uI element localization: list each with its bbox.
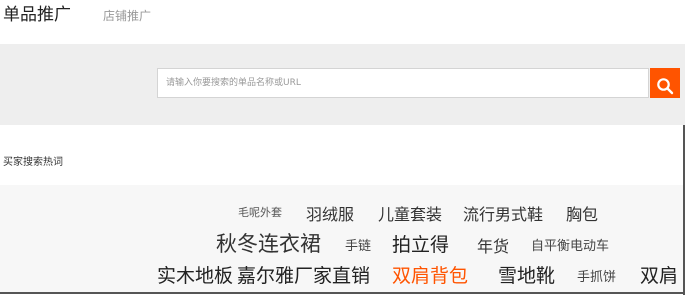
hot-keyword-snow-boots[interactable]: 雪地靴 [498, 261, 555, 288]
hot-keyword-balance-scooter[interactable]: 自平衡电动车 [531, 235, 609, 254]
hot-keyword-chest-bag[interactable]: 胸包 [566, 201, 598, 225]
hot-keyword-bracelet[interactable]: 手链 [345, 235, 371, 254]
hot-keyword-autumn-dress[interactable]: 秋冬连衣裙 [216, 228, 321, 258]
hot-keyword-kids-set[interactable]: 儿童套装 [378, 201, 442, 225]
frame-border-bottom [0, 292, 685, 294]
tab-shop[interactable]: 店铺推广 [103, 8, 151, 24]
search-button[interactable] [650, 68, 680, 98]
hot-keyword-new-year-goods[interactable]: 年货 [477, 233, 509, 257]
search-icon [657, 78, 674, 95]
hot-keyword-jiaerya[interactable]: 嘉尔雅厂家直销 [237, 261, 370, 288]
hot-keyword-double-shoulder[interactable]: 双肩 [640, 261, 678, 288]
hot-keyword-hand-pancake[interactable]: 手抓饼 [577, 266, 616, 285]
hot-keywords-title: 买家搜索热词 [3, 157, 63, 168]
search-input[interactable] [157, 68, 649, 98]
hot-keyword-backpack[interactable]: 双肩背包 [392, 261, 468, 288]
tab-single-product[interactable]: 单品推广 [3, 5, 71, 25]
search-band [0, 44, 685, 125]
hot-keyword-wood-floor[interactable]: 实木地板 [157, 261, 233, 288]
hot-keyword-down-jacket[interactable]: 羽绒服 [306, 201, 354, 225]
hot-keyword-wool-coat[interactable]: 毛呢外套 [238, 204, 282, 220]
hot-keyword-instant-camera[interactable]: 拍立得 [392, 230, 449, 257]
hot-keywords-section: 买家搜索热词 毛呢外套 羽绒服 儿童套装 流行男式鞋 胸包 秋冬连衣裙 手链 拍… [0, 125, 685, 295]
tab-bar: 单品推广 店铺推广 [0, 0, 685, 44]
hot-keyword-men-shoes[interactable]: 流行男式鞋 [463, 201, 543, 225]
hot-keyword-cloud: 毛呢外套 羽绒服 儿童套装 流行男式鞋 胸包 秋冬连衣裙 手链 拍立得 年货 自… [0, 185, 685, 293]
